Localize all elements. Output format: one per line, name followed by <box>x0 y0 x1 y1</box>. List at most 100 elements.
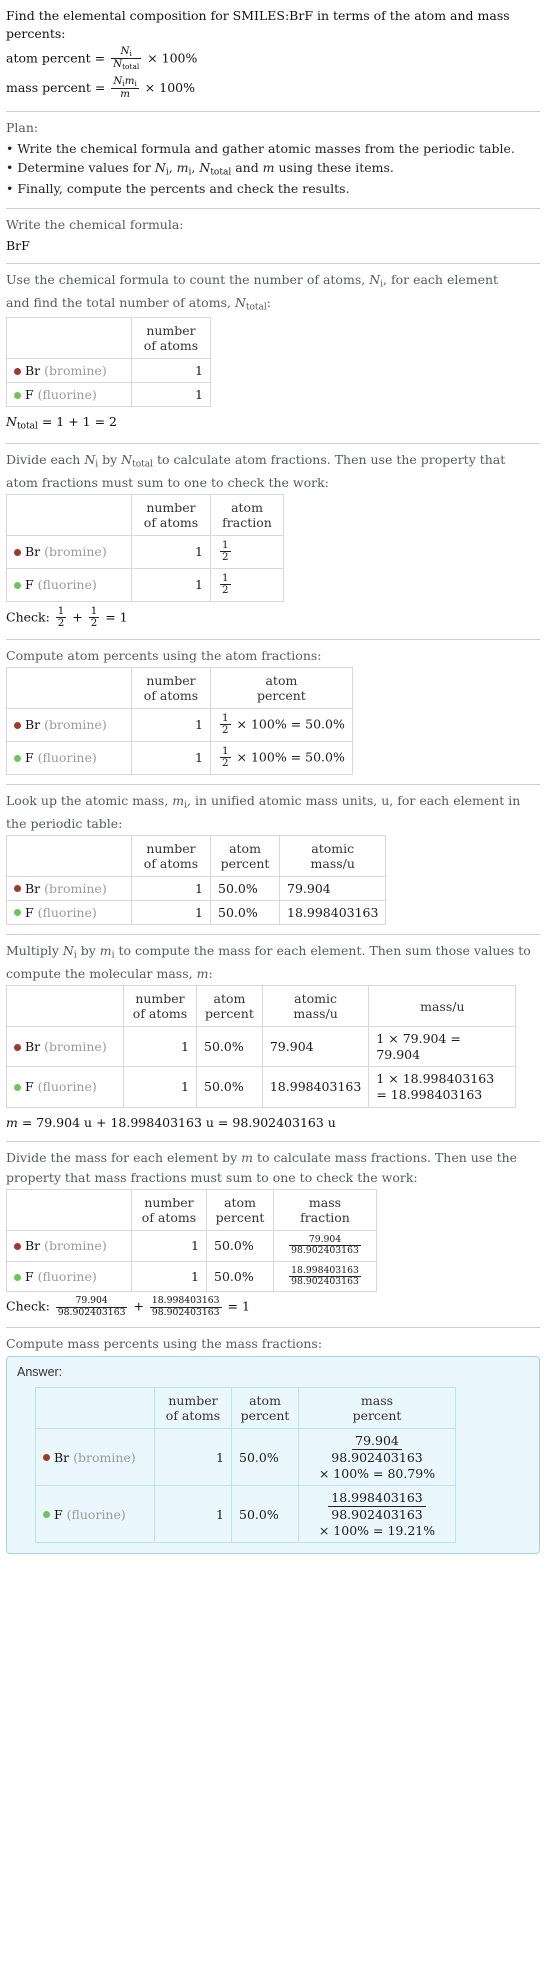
table-header-row: number of atoms atom percent atomic mass/u <box>6 834 387 877</box>
count-prompt-line-1: Use the chemical formula to count the nu… <box>6 272 499 290</box>
header-mass-percent: mass percent <box>298 1387 456 1430</box>
atoms-cell: 1 <box>154 1428 232 1487</box>
fraction: 79.904 98.902403163 <box>289 1234 361 1257</box>
element-cell-bromine: Br (bromine) <box>6 707 132 742</box>
count-atoms-step: Use the chemical formula to count the nu… <box>6 264 540 442</box>
header-atom-percent: atom percent <box>206 1189 274 1232</box>
atomic-mass-cell: 79.904 <box>261 1026 370 1068</box>
table-row: Br (bromine) 1 <box>6 358 211 384</box>
plan-step: Plan: • Write the chemical formula and g… <box>6 112 540 208</box>
table-row: F (fluorine) 1 <box>6 382 211 408</box>
table-row: Br (bromine) 1 50.0% 79.904 98.902403163 ×… <box>35 1428 456 1487</box>
atoms-cell: 1 <box>123 1066 197 1108</box>
molecular-mass-prompt-line-1: Multiply Ni by mi to compute the mass fo… <box>6 942 531 961</box>
header-mass-fraction: mass fraction <box>273 1189 377 1232</box>
header-element <box>6 834 132 877</box>
table-row: F (fluorine) 1 50.0% 18.998403163 1 × 18… <box>6 1066 517 1108</box>
atom-percent-cell: 50.0% <box>210 899 280 925</box>
header-element <box>6 1189 132 1232</box>
molecular-mass-step: Multiply Ni by mi to compute the mass fo… <box>6 935 540 1141</box>
atom-percent-cell: 50.0% <box>210 875 280 901</box>
count-prompt-line-2: and find the total number of atoms, Ntot… <box>6 295 271 313</box>
atomic-mass-cell: 18.998403163 <box>278 899 387 925</box>
element-cell-fluorine: F (fluorine) <box>6 382 132 408</box>
table-header-row: number of atoms atom percent <box>6 666 353 709</box>
atoms-cell: 1 <box>131 899 211 925</box>
question-line-2: percents: <box>6 25 66 41</box>
atoms-cell: 1 <box>131 534 211 569</box>
question-step: Find the elemental composition for SMILE… <box>6 0 540 111</box>
atom-percent-definition: atom percent = Ni Ntotal × 100% <box>6 45 540 72</box>
table-header-row: number of atoms atom percent mass percent <box>35 1387 456 1430</box>
element-cell-fluorine: F (fluorine) <box>6 740 132 775</box>
atom-percent-cell: 12 × 100% = 50.0% <box>210 740 353 775</box>
table-row: F (fluorine) 1 50.0% 18.998403163 98.9024… <box>35 1485 456 1544</box>
answer-box: Answer: number of atoms atom percent mass p… <box>6 1356 540 1555</box>
mass-percent-label: mass percent = <box>6 79 110 95</box>
header-atom-percent: atom percent <box>210 666 353 709</box>
header-atom-percent: atom percent <box>231 1387 299 1430</box>
header-element <box>6 985 124 1028</box>
mass-fraction-prompt-line-1: Divide the mass for each element by m to… <box>6 1149 518 1165</box>
table-row: F (fluorine) 1 50.0% 18.998403163 <box>6 899 387 925</box>
atoms-cell: 1 <box>131 382 211 408</box>
header-atom-fraction: atom fraction <box>210 493 284 536</box>
fraction: 12 <box>220 711 231 737</box>
table-header-row: number of atoms atom fraction <box>6 493 284 536</box>
bromine-color-dot <box>14 548 21 556</box>
header-number-of-atoms: number of atoms <box>154 1387 232 1430</box>
chemical-formula-value: BrF <box>6 237 30 253</box>
fluorine-color-dot <box>14 391 21 399</box>
header-element <box>6 493 132 536</box>
fluorine-color-dot <box>14 1083 21 1091</box>
table-row: F (fluorine) 1 50.0% 18.998403163 98.9024… <box>6 1260 377 1293</box>
check-fraction-b: 12 <box>88 604 100 630</box>
atoms-cell: 1 <box>131 875 211 901</box>
table-row: Br (bromine) 1 12 × 100% = 50.0% <box>6 707 353 742</box>
atoms-cell: 1 <box>131 1260 207 1293</box>
atomic-mass-prompt-line-1: Look up the atomic mass, mi, in unified … <box>6 792 521 811</box>
total-atoms-result: Ntotal = 1 + 1 = 2 <box>6 414 117 432</box>
element-cell-bromine: Br (bromine) <box>6 875 132 901</box>
atom-percent-prompt: Compute atom percents using the atom fra… <box>6 647 322 663</box>
atoms-cell: 1 <box>131 567 211 602</box>
element-cell-fluorine: F (fluorine) <box>35 1485 155 1544</box>
plan-item-3: • Finally, compute the percents and chec… <box>6 181 350 197</box>
header-atomic-mass: atomic mass/u <box>278 834 387 877</box>
bromine-color-dot <box>14 721 21 729</box>
atoms-cell: 1 <box>131 1230 207 1262</box>
element-cell-fluorine: F (fluorine) <box>6 1260 132 1293</box>
fluorine-color-dot <box>43 1511 50 1519</box>
plan-item-1: • Write the chemical formula and gather … <box>6 140 515 156</box>
fraction: 18.998403163 98.902403163 <box>289 1264 361 1288</box>
header-element <box>6 317 132 360</box>
header-number-of-atoms: number of atoms <box>131 666 211 709</box>
fluorine-color-dot <box>14 1273 21 1281</box>
check-fraction-a: 12 <box>55 604 67 630</box>
atom-percent-fraction: Ni Ntotal <box>111 45 142 72</box>
table-header-row: number of atoms atom percent mass fraction <box>6 1189 377 1232</box>
header-number-of-atoms: number of atoms <box>131 317 211 360</box>
fraction: 12 <box>220 571 231 597</box>
fraction: 12 <box>220 744 231 770</box>
mass-fraction-step: Divide the mass for each element by m to… <box>6 1142 540 1328</box>
atom-fraction-cell: 12 <box>210 534 284 569</box>
atoms-cell: 1 <box>154 1485 232 1544</box>
atom-fraction-cell: 12 <box>210 567 284 602</box>
mass-percent-times: × 100% <box>144 79 195 95</box>
mass-percent-cell: 18.998403163 98.902403163 × 100% = 19.21% <box>298 1485 456 1544</box>
mass-percent-step: Compute mass percents using the mass fra… <box>6 1328 540 1563</box>
atomic-mass-prompt-line-2: the periodic table: <box>6 815 123 831</box>
table-header-row: number of atoms <box>6 317 211 360</box>
atom-percent-cell: 50.0% <box>206 1230 274 1262</box>
table-row: F (fluorine) 1 12 <box>6 567 284 602</box>
atoms-cell: 1 <box>131 740 211 775</box>
fluorine-color-dot <box>14 909 21 917</box>
mass-cell: 1 × 18.998403163 = 18.998403163 <box>368 1066 517 1108</box>
fraction-prompt-line-1: Divide each Ni by Ntotal to calculate at… <box>6 451 506 470</box>
bromine-color-dot <box>14 885 21 893</box>
answer-label: Answer: <box>17 1365 63 1380</box>
solution-page: Find the elemental composition for SMILE… <box>0 0 546 1563</box>
table-row: Br (bromine) 1 12 <box>6 534 284 569</box>
header-number-of-atoms: number of atoms <box>123 985 197 1028</box>
